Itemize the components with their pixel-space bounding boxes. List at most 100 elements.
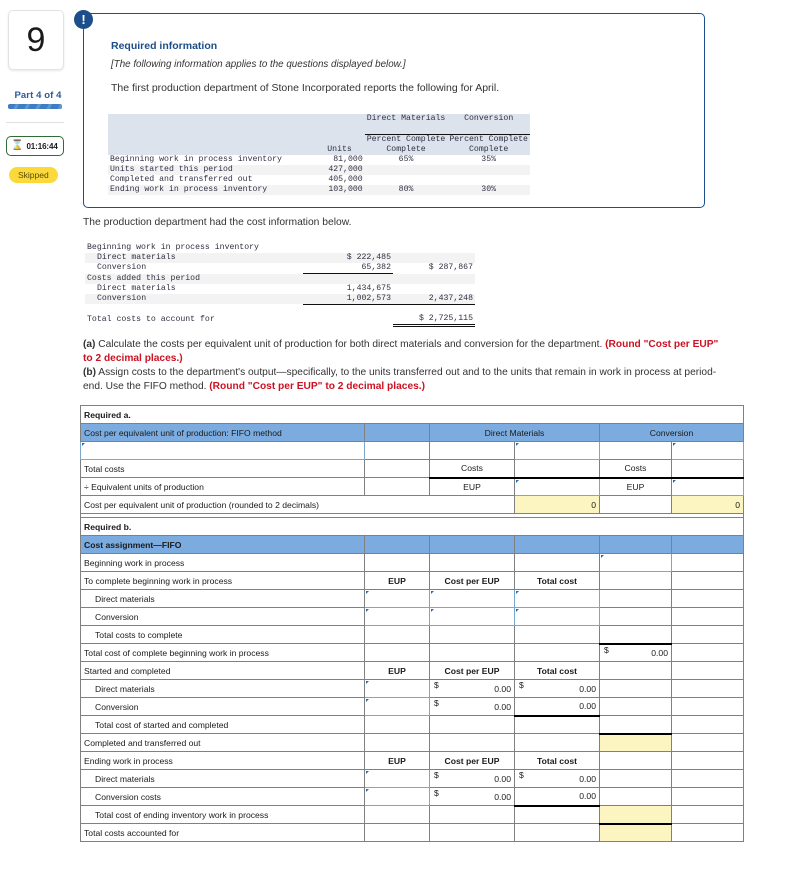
blank-cell bbox=[671, 805, 744, 824]
blank-cell bbox=[364, 441, 430, 460]
row-cv-pct: 35% bbox=[481, 155, 497, 164]
input-eup-dm-started[interactable] bbox=[364, 679, 430, 698]
required-a-worksheet[interactable]: Required a. Cost per equivalent unit of … bbox=[80, 405, 744, 532]
row-label-equivalent-units: ÷ Equivalent units of production bbox=[80, 477, 365, 496]
input-cpe-cv-complete[interactable] bbox=[429, 607, 515, 626]
blank-cell bbox=[599, 715, 672, 735]
table-row: Total costs accounted for bbox=[80, 823, 744, 842]
value-tc-cv-ending: 0.00 bbox=[514, 787, 600, 807]
input-cv-label[interactable] bbox=[671, 441, 744, 460]
input-tc-dm-complete[interactable] bbox=[514, 589, 600, 608]
input-cpe-dm-complete[interactable] bbox=[429, 589, 515, 608]
input-eup-dm-ending[interactable] bbox=[364, 769, 430, 788]
required-a-header-label: Cost per equivalent unit of production: … bbox=[80, 423, 365, 442]
blank-cell bbox=[429, 823, 515, 842]
exam-question-page: 9 Part 4 of 4 ⌛ 01:16:44 Skipped ! Requi… bbox=[0, 0, 786, 888]
requirement-a-body: Calculate the costs per equivalent unit … bbox=[95, 339, 606, 350]
table-row[interactable]: Direct materials bbox=[80, 589, 744, 608]
timer-value: 01:16:44 bbox=[26, 141, 58, 151]
blank-cell bbox=[429, 733, 515, 752]
col-header-total-cost: Total cost bbox=[514, 751, 600, 770]
cost-row-col1 bbox=[303, 243, 393, 253]
spacer-cell bbox=[671, 535, 744, 554]
blank-cell bbox=[599, 679, 672, 698]
blank-cell bbox=[364, 625, 430, 644]
result-total-costs-accounted-for bbox=[599, 823, 672, 842]
input-beginning-wip-amount[interactable] bbox=[599, 553, 672, 572]
dollar-symbol: $ bbox=[604, 644, 609, 655]
table-row[interactable]: Conversion $0.00 0.00 bbox=[80, 697, 744, 717]
table-row[interactable]: Direct materials $0.00 $0.00 bbox=[80, 769, 744, 788]
row-cv-pct bbox=[447, 175, 530, 185]
row-units: 81,000 bbox=[333, 155, 363, 164]
row-label: Beginning work in process inventory bbox=[110, 155, 282, 164]
callout-title: Required information bbox=[111, 40, 218, 52]
part-progress-label: Part 4 of 4 bbox=[14, 90, 62, 101]
blank-cell bbox=[671, 787, 744, 806]
required-a-row-cost-per-eup: Cost per equivalent unit of production (… bbox=[80, 495, 744, 514]
cost-row-col1: 65,382 bbox=[303, 263, 393, 274]
cost-row-col2: 2,437,248 bbox=[393, 293, 475, 305]
col-header-cost-per-eup: Cost per EUP bbox=[429, 661, 515, 680]
requirement-b-text: (b) Assign costs to the department's out… bbox=[83, 366, 728, 394]
row-units: 405,000 bbox=[328, 175, 363, 184]
required-a-section-row: Required a. bbox=[80, 405, 744, 424]
input-eup-cv-ending[interactable] bbox=[364, 787, 430, 806]
spacer-cell bbox=[364, 535, 430, 554]
blank-cell bbox=[364, 805, 430, 824]
table-row[interactable]: Conversion bbox=[80, 607, 744, 626]
units-percent-table: Direct Materials Conversion Percent Comp… bbox=[108, 114, 530, 195]
amount: 0.00 bbox=[494, 683, 511, 694]
cost-row-col2 bbox=[393, 253, 475, 263]
required-a-row-eup[interactable]: ÷ Equivalent units of production EUP EUP bbox=[80, 477, 744, 496]
row-cv-pct: 30% bbox=[481, 185, 497, 194]
col-header-eup: EUP bbox=[364, 571, 430, 590]
col-header-eup: EUP bbox=[364, 751, 430, 770]
table-row[interactable]: Direct materials $0.00 $0.00 bbox=[80, 679, 744, 698]
blank-cell bbox=[514, 625, 600, 644]
table-row[interactable]: Conversion costs $0.00 0.00 bbox=[80, 787, 744, 807]
label-eup-cv: EUP bbox=[599, 477, 672, 496]
required-b-worksheet[interactable]: Required b. Cost assignment—FIFO Beginni… bbox=[80, 517, 744, 842]
table-row[interactable]: Beginning work in process bbox=[80, 553, 744, 572]
input-eup-dm[interactable] bbox=[514, 477, 600, 496]
spacer-cell bbox=[514, 535, 600, 554]
cost-information-table: Beginning work in process inventory Dire… bbox=[85, 243, 475, 327]
input-description-a[interactable] bbox=[80, 441, 365, 460]
blank-cell bbox=[599, 571, 672, 590]
dollar-symbol: $ bbox=[434, 680, 439, 691]
requirement-a-text: (a) Calculate the costs per equivalent u… bbox=[83, 338, 728, 366]
cost-row-col2: $ 2,725,115 bbox=[393, 314, 475, 327]
required-a-header-row: Cost per equivalent unit of production: … bbox=[80, 423, 744, 442]
spacer-cell bbox=[429, 535, 515, 554]
blank-cell bbox=[429, 553, 515, 572]
blank-cell bbox=[514, 553, 600, 572]
input-eup-cv-complete[interactable] bbox=[364, 607, 430, 626]
cost-row-col1 bbox=[303, 274, 393, 284]
col-header-cost-per-eup: Cost per EUP bbox=[429, 571, 515, 590]
cost-info-intro: The production department had the cost i… bbox=[83, 217, 352, 228]
required-a-row-total-costs: Total costs Costs Costs bbox=[80, 459, 744, 479]
input-eup-cv-started[interactable] bbox=[364, 697, 430, 716]
required-a-row[interactable] bbox=[80, 441, 744, 460]
cost-row-label: Direct materials bbox=[97, 283, 176, 293]
row-label: Completed and transferred out bbox=[110, 175, 253, 184]
row-label-dm-started: Direct materials bbox=[80, 679, 365, 698]
amount: 0.00 bbox=[579, 773, 596, 784]
row-dm-pct bbox=[365, 165, 448, 175]
input-eup-cv[interactable] bbox=[671, 477, 744, 496]
dollar-symbol: $ bbox=[434, 788, 439, 799]
blank-cell bbox=[514, 823, 600, 842]
value-tc-dm-started: $0.00 bbox=[514, 679, 600, 698]
cost-row-label: Direct materials bbox=[97, 253, 176, 262]
result-total-ending-inventory bbox=[599, 805, 672, 825]
row-label-cv-complete: Conversion bbox=[80, 607, 365, 626]
input-tc-cv-complete[interactable] bbox=[514, 607, 600, 626]
row-label-dm-complete: Direct materials bbox=[80, 589, 365, 608]
input-dm-label[interactable] bbox=[514, 441, 600, 460]
info-exclamation-icon: ! bbox=[74, 10, 93, 29]
required-b-header-row: Cost assignment—FIFO bbox=[80, 535, 744, 554]
blank-cell bbox=[429, 643, 515, 662]
input-eup-dm-complete[interactable] bbox=[364, 589, 430, 608]
table-row: Total cost of ending inventory work in p… bbox=[80, 805, 744, 825]
